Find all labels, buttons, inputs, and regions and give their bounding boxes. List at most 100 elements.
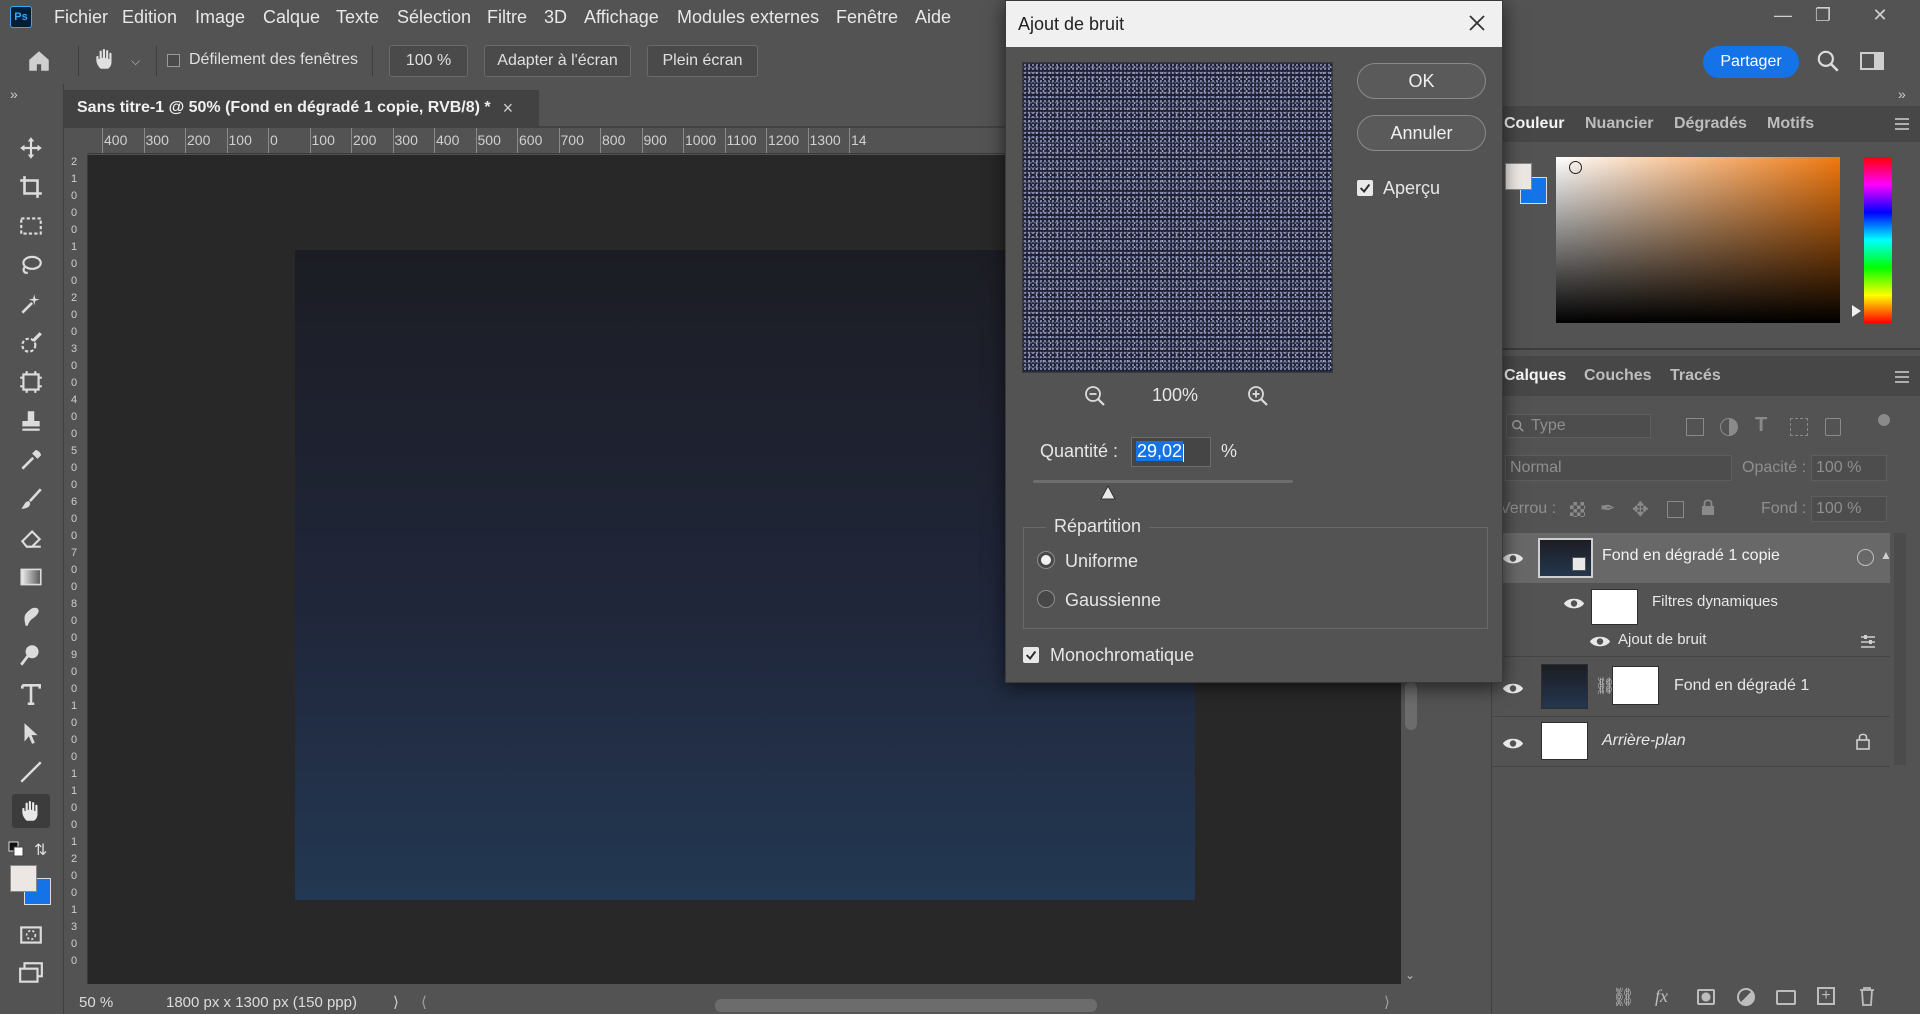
tab-couches[interactable]: Couches bbox=[1584, 358, 1652, 394]
move-tool-icon[interactable] bbox=[12, 131, 50, 165]
tab-nuancier[interactable]: Nuancier bbox=[1585, 106, 1653, 142]
swap-colors-icon[interactable]: ⇅ bbox=[34, 840, 47, 860]
vertical-ruler[interactable]: 2 1 0 0 0 1 0 0 2 0 0 3 0 0 4 0 0 5 0 0 6 0 0 7 0 0 8 0 0 9 0 0 1 0 0 0 1 1 0 0… bbox=[64, 154, 88, 984]
color-field[interactable] bbox=[1556, 157, 1840, 323]
tab-calques[interactable]: Calques bbox=[1504, 358, 1566, 394]
layers-panel-menu-icon[interactable] bbox=[1894, 370, 1910, 384]
layer-mask-thumbnail[interactable] bbox=[1612, 666, 1659, 705]
fill-input[interactable]: 100 % bbox=[1811, 496, 1887, 522]
collapse-panel-icon[interactable]: » bbox=[1898, 86, 1906, 102]
fit-screen-button[interactable]: Adapter à l'écran bbox=[484, 45, 631, 77]
color-picker-cursor[interactable] bbox=[1569, 161, 1582, 174]
lasso-tool-icon[interactable] bbox=[12, 248, 50, 282]
tab-motifs[interactable]: Motifs bbox=[1767, 106, 1814, 142]
restore-button[interactable]: ❐ bbox=[1798, 0, 1848, 30]
menu-filtre[interactable]: Filtre bbox=[487, 0, 527, 34]
crop-tool-icon[interactable] bbox=[12, 170, 50, 204]
menu-modules-externes[interactable]: Modules externes bbox=[677, 0, 819, 34]
layer-name[interactable]: Fond en dégradé 1 bbox=[1674, 677, 1809, 695]
lock-position-icon[interactable]: ✥ bbox=[1632, 497, 1649, 522]
quick-mask-icon[interactable] bbox=[12, 918, 50, 952]
layer-filter-select[interactable]: Type bbox=[1506, 414, 1651, 438]
menu-calque[interactable]: Calque bbox=[263, 0, 320, 34]
zoom-in-icon[interactable] bbox=[1246, 384, 1270, 408]
panel-menu-icon[interactable] bbox=[1894, 117, 1910, 131]
zoom-out-icon[interactable] bbox=[1083, 384, 1107, 408]
visibility-eye-icon[interactable] bbox=[1500, 733, 1526, 753]
zoom-100-button[interactable]: 100 % bbox=[389, 45, 468, 77]
fx-icon[interactable]: fx bbox=[1655, 986, 1668, 1007]
gradient-tool-icon[interactable] bbox=[12, 560, 50, 594]
lock-pixels-icon[interactable]: ✒ bbox=[1600, 498, 1615, 519]
tab-degrades[interactable]: Dégradés bbox=[1674, 106, 1747, 142]
scroll-right-icon[interactable]: ⟩ bbox=[1384, 993, 1390, 1011]
cancel-button[interactable]: Annuler bbox=[1357, 115, 1486, 151]
filter-smart-object-icon[interactable] bbox=[1825, 418, 1841, 436]
path-selection-tool-icon[interactable] bbox=[12, 716, 50, 750]
menu-texte[interactable]: Texte bbox=[336, 0, 379, 34]
line-tool-icon[interactable] bbox=[12, 755, 50, 789]
lock-all-icon[interactable] bbox=[1700, 498, 1716, 516]
collapse-effects-icon[interactable]: ▲ bbox=[1880, 548, 1892, 562]
group-folder-icon[interactable] bbox=[1776, 990, 1796, 1005]
foreground-color-swatch[interactable] bbox=[10, 865, 37, 892]
default-colors-icon[interactable] bbox=[8, 841, 26, 857]
lock-icon[interactable] bbox=[1855, 732, 1871, 750]
menu-image[interactable]: Image bbox=[195, 0, 245, 34]
menu-3d[interactable]: 3D bbox=[544, 0, 567, 34]
eraser-tool-icon[interactable] bbox=[12, 521, 50, 555]
frame-tool-icon[interactable] bbox=[12, 365, 50, 399]
lock-artboard-icon[interactable] bbox=[1667, 501, 1684, 518]
hand-tool-preset-icon[interactable] bbox=[92, 46, 120, 74]
layers-scrollbar[interactable] bbox=[1894, 533, 1906, 765]
dialog-close-icon[interactable] bbox=[1465, 11, 1491, 37]
radio-gaussienne[interactable] bbox=[1037, 590, 1055, 608]
eyedropper-tool-icon[interactable] bbox=[12, 443, 50, 477]
fill-screen-button[interactable]: Plein écran bbox=[647, 45, 758, 77]
document-dimensions[interactable]: 1800 px x 1300 px (150 ppp) bbox=[166, 994, 357, 1011]
layer-thumbnail[interactable] bbox=[1541, 664, 1588, 709]
filter-blending-options-icon[interactable] bbox=[1860, 634, 1876, 648]
link-layers-icon[interactable]: ⛓ bbox=[1612, 987, 1635, 1008]
smart-filter-indicator-icon[interactable] bbox=[1857, 549, 1874, 566]
hand-tool-icon[interactable] bbox=[12, 794, 50, 828]
ok-button[interactable]: OK bbox=[1357, 63, 1486, 99]
zoom-level[interactable]: 50 % bbox=[79, 994, 113, 1011]
visibility-eye-icon[interactable] bbox=[1561, 593, 1587, 613]
hue-slider[interactable] bbox=[1864, 157, 1892, 323]
amount-input[interactable]: 29,02 bbox=[1131, 437, 1211, 467]
amount-slider-track[interactable] bbox=[1033, 480, 1293, 483]
layer-name[interactable]: Filtres dynamiques bbox=[1652, 593, 1778, 610]
brush-tool-icon[interactable] bbox=[12, 482, 50, 516]
monochromatic-checkbox[interactable] bbox=[1023, 647, 1039, 663]
close-tab-icon[interactable]: × bbox=[503, 98, 514, 119]
filter-adjustment-icon[interactable] bbox=[1720, 418, 1738, 436]
dodge-tool-icon[interactable] bbox=[12, 638, 50, 672]
text-tool-icon[interactable] bbox=[12, 677, 50, 711]
scroll-down-icon[interactable]: ⌄ bbox=[1405, 968, 1415, 982]
chevron-down-icon[interactable]: ⌵ bbox=[131, 54, 140, 69]
menu-edition[interactable]: Edition bbox=[122, 0, 177, 34]
menu-selection[interactable]: Sélection bbox=[397, 0, 471, 34]
filter-toggle-icon[interactable] bbox=[1878, 414, 1890, 426]
close-window-button[interactable]: ✕ bbox=[1855, 0, 1905, 30]
adjustment-layer-icon[interactable] bbox=[1737, 988, 1755, 1006]
filter-preview[interactable] bbox=[1022, 62, 1333, 373]
vertical-scroll-thumb[interactable] bbox=[1405, 682, 1417, 730]
blend-mode-select[interactable]: Normal bbox=[1505, 455, 1732, 481]
layer-name[interactable]: Ajout de bruit bbox=[1618, 631, 1706, 648]
workspace-icon[interactable] bbox=[1860, 50, 1886, 72]
search-icon[interactable] bbox=[1815, 48, 1843, 76]
filter-pixel-icon[interactable] bbox=[1686, 418, 1704, 436]
smudge-tool-icon[interactable] bbox=[12, 599, 50, 633]
stamp-tool-icon[interactable] bbox=[12, 404, 50, 438]
trash-icon[interactable] bbox=[1858, 986, 1876, 1006]
menu-fichier[interactable]: Fichier bbox=[54, 0, 108, 34]
expand-panel-icon[interactable]: » bbox=[10, 86, 18, 102]
document-tab[interactable]: Sans titre-1 @ 50% (Fond en dégradé 1 co… bbox=[64, 90, 539, 126]
radio-uniforme[interactable] bbox=[1037, 551, 1055, 569]
menu-aide[interactable]: Aide bbox=[915, 0, 951, 34]
menu-fenetre[interactable]: Fenêtre bbox=[836, 0, 898, 34]
scroll-all-windows-checkbox[interactable] bbox=[167, 54, 180, 67]
scroll-left-icon[interactable]: ⟨ bbox=[421, 993, 427, 1011]
